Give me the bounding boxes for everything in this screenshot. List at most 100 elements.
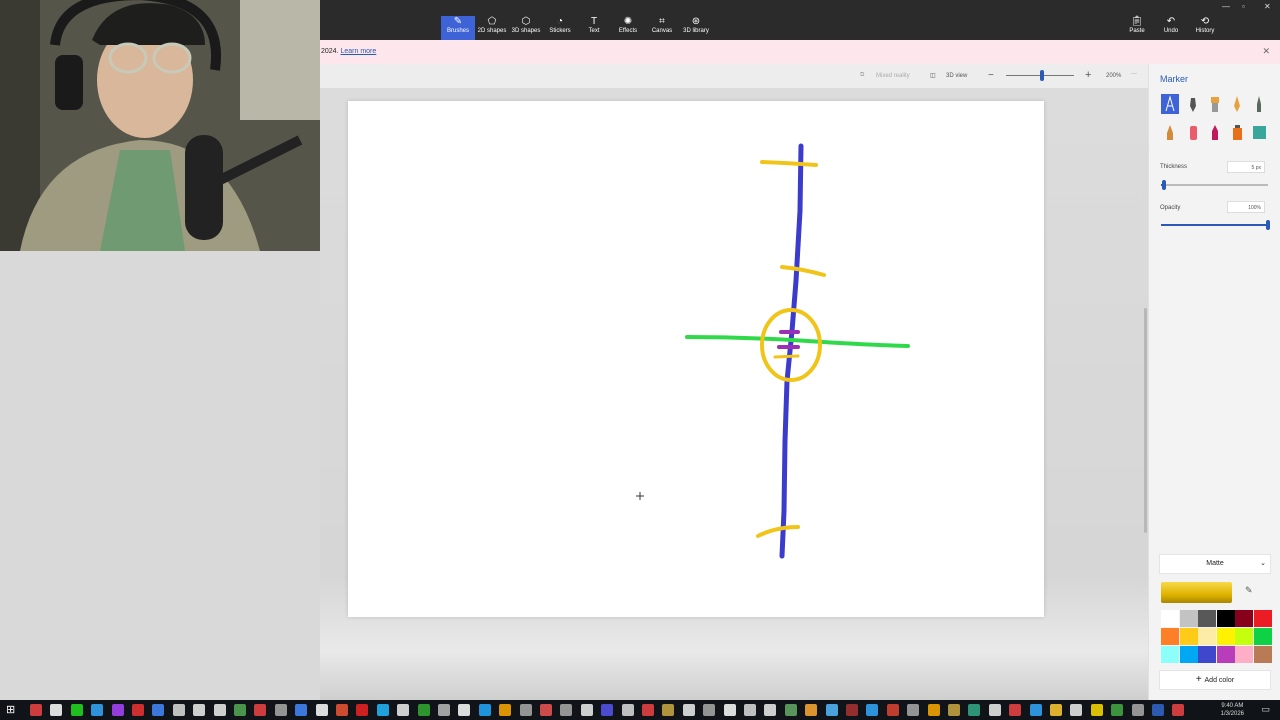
restore-icon[interactable]: ▫ bbox=[1242, 2, 1245, 11]
taskbar-app-icon[interactable] bbox=[1050, 704, 1062, 716]
windows-start-icon[interactable]: ⊞ bbox=[6, 703, 15, 716]
taskbar-app-icon[interactable] bbox=[1131, 704, 1144, 716]
calligraphy-pen-brush[interactable] bbox=[1184, 94, 1202, 114]
mixed-reality-button[interactable]: Mixed reality bbox=[876, 73, 910, 79]
taskbar-app-icon[interactable] bbox=[172, 704, 185, 716]
vertical-scrollbar[interactable] bbox=[1144, 308, 1147, 533]
taskbar-app-icon[interactable] bbox=[458, 704, 471, 716]
opacity-slider[interactable] bbox=[1161, 224, 1268, 226]
taskbar-app-icon[interactable] bbox=[132, 704, 144, 716]
eraser-brush[interactable] bbox=[1184, 122, 1202, 142]
paste-button[interactable]: 📋︎ Paste bbox=[1122, 16, 1152, 40]
eyedropper-icon[interactable]: ✎ bbox=[1245, 585, 1253, 596]
zoom-in-button[interactable]: + bbox=[1085, 69, 1091, 81]
undo-button[interactable]: ↶ Undo bbox=[1156, 16, 1186, 40]
taskbar-app-icon[interactable] bbox=[397, 704, 410, 716]
taskbar-app-icon[interactable] bbox=[1152, 704, 1164, 716]
palette-swatch[interactable] bbox=[1161, 610, 1179, 627]
finish-dropdown[interactable]: Matte ⌄ bbox=[1159, 554, 1271, 574]
palette-swatch[interactable] bbox=[1253, 646, 1272, 663]
taskbar-app-icon[interactable] bbox=[825, 704, 838, 716]
thickness-slider[interactable] bbox=[1161, 184, 1268, 186]
taskbar-app-icon[interactable] bbox=[417, 704, 430, 716]
taskbar-app-icon[interactable] bbox=[621, 704, 634, 716]
tab-3d-shapes[interactable]: ⬡ 3D shapes bbox=[509, 16, 543, 40]
taskbar-app-icon[interactable] bbox=[254, 704, 267, 716]
taskbar-app-icon[interactable] bbox=[356, 704, 369, 716]
taskbar-app-icon[interactable] bbox=[70, 704, 83, 716]
highlighter-brush[interactable] bbox=[1206, 122, 1224, 142]
taskbar-app-icon[interactable] bbox=[703, 704, 716, 716]
taskbar-app-icon[interactable] bbox=[1090, 704, 1103, 716]
tab-3d-library[interactable]: ⊛ 3D library bbox=[679, 16, 713, 40]
tab-effects[interactable]: ✺ Effects bbox=[611, 16, 645, 40]
taskbar-app-icon[interactable] bbox=[152, 704, 165, 716]
palette-swatch[interactable] bbox=[1179, 610, 1198, 627]
opacity-value[interactable]: 100% bbox=[1227, 201, 1265, 213]
taskbar-app-icon[interactable] bbox=[30, 704, 42, 716]
palette-swatch[interactable] bbox=[1161, 646, 1179, 663]
watercolor-brush[interactable] bbox=[1228, 94, 1246, 114]
taskbar-app-icon[interactable] bbox=[274, 704, 287, 716]
taskbar-app-icon[interactable] bbox=[193, 704, 206, 716]
taskbar-app-icon[interactable] bbox=[519, 704, 532, 716]
tab-canvas[interactable]: ⌗ Canvas bbox=[645, 16, 679, 40]
taskbar-app-icon[interactable] bbox=[234, 704, 246, 716]
tab-text[interactable]: T Text bbox=[577, 16, 611, 40]
zoom-level[interactable]: 200% bbox=[1106, 73, 1121, 79]
taskbar-app-icon[interactable] bbox=[907, 704, 920, 716]
taskbar-app-icon[interactable] bbox=[50, 704, 63, 716]
palette-swatch[interactable] bbox=[1179, 646, 1198, 663]
marker-brush[interactable] bbox=[1161, 94, 1179, 114]
taskbar-app-icon[interactable] bbox=[213, 704, 226, 716]
taskbar-app-icon[interactable] bbox=[744, 704, 756, 716]
taskbar-app-icon[interactable] bbox=[764, 704, 777, 716]
drawing-canvas[interactable] bbox=[348, 101, 1044, 617]
palette-swatch[interactable] bbox=[1216, 610, 1235, 627]
taskbar-app-icon[interactable] bbox=[866, 704, 879, 716]
taskbar-app-icon[interactable] bbox=[662, 704, 675, 716]
taskbar-app-icon[interactable] bbox=[315, 704, 328, 716]
taskbar-app-icon[interactable] bbox=[1111, 704, 1124, 716]
oil-brush[interactable] bbox=[1206, 94, 1224, 114]
pencil-brush[interactable] bbox=[1250, 94, 1268, 114]
taskbar-app-icon[interactable] bbox=[438, 704, 450, 716]
taskbar-app-icon[interactable] bbox=[927, 704, 940, 716]
palette-swatch[interactable] bbox=[1198, 646, 1216, 663]
taskbar-app-icon[interactable] bbox=[499, 704, 512, 716]
palette-swatch[interactable] bbox=[1235, 610, 1253, 627]
taskbar-app-icon[interactable] bbox=[968, 704, 981, 716]
taskbar-app-icon[interactable] bbox=[886, 704, 899, 716]
thickness-slider-thumb[interactable] bbox=[1162, 180, 1167, 190]
taskbar-app-icon[interactable] bbox=[988, 704, 1001, 716]
taskbar-app-icon[interactable] bbox=[1172, 704, 1185, 716]
crayon-brush[interactable] bbox=[1161, 122, 1179, 142]
taskbar-app-icon[interactable] bbox=[540, 704, 552, 716]
taskbar-app-icon[interactable] bbox=[784, 704, 797, 716]
taskbar-app-icon[interactable] bbox=[682, 704, 695, 716]
palette-swatch[interactable] bbox=[1198, 610, 1216, 627]
palette-swatch[interactable] bbox=[1161, 628, 1179, 645]
taskbar-app-icon[interactable] bbox=[1029, 704, 1042, 716]
palette-swatch[interactable] bbox=[1179, 628, 1198, 645]
system-clock[interactable]: 9:40 AM 1/3/2026 bbox=[1221, 702, 1244, 718]
palette-swatch[interactable] bbox=[1216, 628, 1235, 645]
taskbar-app-icon[interactable] bbox=[805, 704, 818, 716]
taskbar-app-icon[interactable] bbox=[948, 704, 960, 716]
taskbar-app-icon[interactable] bbox=[642, 704, 654, 716]
zoom-out-button[interactable]: − bbox=[988, 70, 994, 81]
palette-swatch[interactable] bbox=[1216, 646, 1235, 663]
zoom-slider-thumb[interactable] bbox=[1040, 70, 1044, 81]
tab-stickers[interactable]: ◔ Stickers bbox=[543, 16, 577, 40]
palette-swatch[interactable] bbox=[1235, 628, 1253, 645]
palette-swatch[interactable] bbox=[1235, 646, 1253, 663]
learn-more-link[interactable]: Learn more bbox=[340, 48, 376, 55]
add-color-button[interactable]: + Add color bbox=[1159, 670, 1271, 690]
taskbar-app-icon[interactable] bbox=[1009, 704, 1022, 716]
history-button[interactable]: ⟲ History bbox=[1190, 16, 1220, 40]
taskbar-app-icon[interactable] bbox=[376, 704, 389, 716]
taskbar-app-icon[interactable] bbox=[1070, 704, 1083, 716]
more-options-button[interactable]: ··· bbox=[1131, 71, 1137, 77]
pixel-pen-brush[interactable] bbox=[1250, 122, 1268, 142]
palette-swatch[interactable] bbox=[1253, 610, 1272, 627]
